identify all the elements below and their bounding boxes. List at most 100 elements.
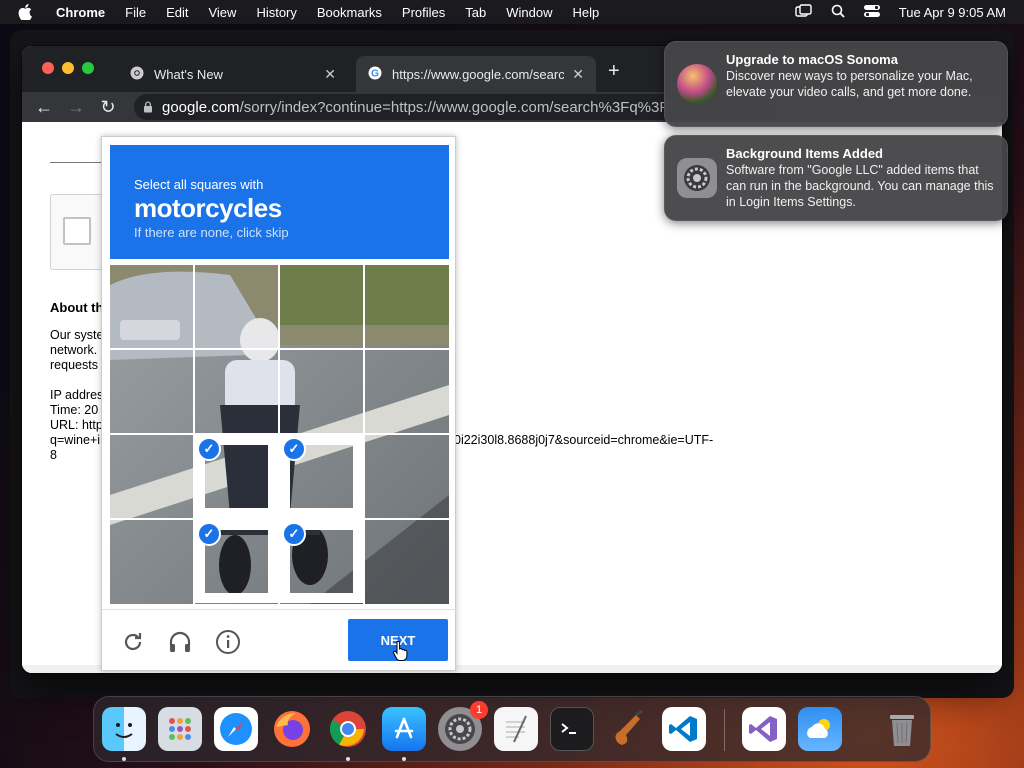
recaptcha-checkbox[interactable] bbox=[63, 217, 91, 245]
weather-icon[interactable] bbox=[798, 707, 842, 751]
svg-text:G: G bbox=[371, 68, 379, 79]
image-tile[interactable] bbox=[365, 350, 448, 433]
audio-challenge-icon[interactable] bbox=[165, 627, 195, 657]
dock: 1 bbox=[93, 696, 931, 762]
system-settings-icon[interactable]: 1 bbox=[438, 701, 488, 751]
about-heading: About th bbox=[50, 300, 104, 315]
tab-whats-new[interactable]: What's New ✕ bbox=[118, 56, 348, 92]
control-center-icon[interactable] bbox=[863, 4, 881, 21]
dock-separator bbox=[724, 709, 725, 751]
running-indicator bbox=[346, 757, 350, 761]
challenge-target-word: motorcycles bbox=[134, 193, 282, 223]
menu-profiles[interactable]: Profiles bbox=[402, 5, 445, 20]
notification-title: Background Items Added bbox=[726, 146, 883, 161]
notification-macos-upgrade[interactable]: Upgrade to macOS Sonoma Discover new way… bbox=[664, 41, 1008, 127]
menu-tab[interactable]: Tab bbox=[465, 5, 486, 20]
zoom-window-button[interactable] bbox=[82, 62, 94, 74]
reload-challenge-icon[interactable] bbox=[118, 627, 148, 657]
recaptcha-challenge: Select all squares with motorcycles If t… bbox=[101, 136, 457, 671]
page-text-line: network. bbox=[50, 343, 98, 357]
address-domain: google.com bbox=[162, 98, 240, 116]
launchpad-icon[interactable] bbox=[158, 707, 202, 751]
close-window-button[interactable] bbox=[42, 62, 54, 74]
image-tile[interactable] bbox=[365, 520, 448, 603]
url-end-line: 8 bbox=[50, 448, 57, 462]
grid-separator bbox=[110, 518, 449, 520]
hand-cursor-icon bbox=[392, 640, 408, 666]
tab-google-search[interactable]: G https://www.google.com/search ✕ bbox=[356, 56, 596, 92]
address-path: /sorry/index?continue=https://www.google… bbox=[239, 98, 669, 116]
app-store-icon[interactable] bbox=[382, 707, 426, 751]
image-tile[interactable] bbox=[365, 435, 448, 518]
menu-view[interactable]: View bbox=[208, 5, 236, 20]
image-tile[interactable] bbox=[110, 520, 193, 603]
image-tile[interactable] bbox=[280, 265, 363, 348]
screen-mirroring-icon[interactable] bbox=[795, 3, 813, 21]
image-tile[interactable] bbox=[195, 265, 278, 348]
grid-separator bbox=[110, 433, 449, 435]
garageband-icon[interactable] bbox=[606, 707, 650, 751]
lock-icon[interactable] bbox=[134, 101, 162, 113]
checkmark-icon: ✓ bbox=[197, 522, 221, 546]
new-tab-button[interactable]: + bbox=[608, 60, 620, 83]
reload-icon[interactable]: ↻ bbox=[98, 97, 118, 117]
notification-body: Discover new ways to personalize your Ma… bbox=[726, 69, 973, 99]
spotlight-search-icon[interactable] bbox=[831, 4, 845, 21]
image-tile[interactable] bbox=[110, 435, 193, 518]
image-tile[interactable] bbox=[110, 265, 193, 348]
menu-history[interactable]: History bbox=[256, 5, 296, 20]
chrome-favicon-icon bbox=[130, 66, 144, 83]
page-text-line: Our syste bbox=[50, 328, 104, 342]
menu-app-name[interactable]: Chrome bbox=[56, 5, 105, 20]
menu-clock[interactable]: Tue Apr 9 9:05 AM bbox=[899, 5, 1006, 20]
chrome-icon[interactable] bbox=[326, 707, 370, 751]
running-indicator bbox=[402, 757, 406, 761]
back-arrow-icon[interactable]: ← bbox=[34, 97, 54, 117]
challenge-hint: If there are none, click skip bbox=[134, 225, 289, 240]
image-tile[interactable] bbox=[195, 350, 278, 433]
image-tile[interactable]: ✓ bbox=[195, 435, 278, 518]
checkmark-icon: ✓ bbox=[282, 437, 306, 461]
challenge-instruction: Select all squares with bbox=[134, 177, 264, 192]
macos-sonoma-icon bbox=[677, 64, 717, 104]
time-line: Time: 20 bbox=[50, 403, 99, 417]
running-indicator bbox=[122, 757, 126, 761]
menu-file[interactable]: File bbox=[125, 5, 146, 20]
url-line: URL: http bbox=[50, 418, 103, 432]
menu-window[interactable]: Window bbox=[506, 5, 552, 20]
checkmark-icon: ✓ bbox=[197, 437, 221, 461]
close-tab-icon[interactable]: ✕ bbox=[324, 66, 336, 83]
menu-bookmarks[interactable]: Bookmarks bbox=[317, 5, 382, 20]
image-tile[interactable]: ✓ bbox=[280, 520, 363, 603]
tab-title: https://www.google.com/search bbox=[392, 66, 565, 82]
close-tab-icon[interactable]: ✕ bbox=[572, 66, 584, 83]
google-favicon-icon: G bbox=[368, 66, 382, 83]
notification-title: Upgrade to macOS Sonoma bbox=[726, 52, 898, 67]
forward-arrow-icon[interactable]: → bbox=[66, 97, 86, 117]
url-tail-text: 0i22i30l8.8688j0j7&sourceid=chrome&ie=UT… bbox=[454, 433, 714, 447]
textedit-icon[interactable] bbox=[494, 707, 538, 751]
image-tile[interactable] bbox=[365, 265, 448, 348]
menu-help[interactable]: Help bbox=[573, 5, 600, 20]
image-tile[interactable] bbox=[280, 350, 363, 433]
menu-edit[interactable]: Edit bbox=[166, 5, 188, 20]
image-tile[interactable] bbox=[110, 350, 193, 433]
image-tile[interactable]: ✓ bbox=[195, 520, 278, 603]
checkmark-icon: ✓ bbox=[282, 522, 306, 546]
visual-studio-icon[interactable] bbox=[742, 707, 786, 751]
url-query-line: q=wine+i bbox=[50, 433, 101, 447]
trash-icon[interactable] bbox=[880, 707, 924, 751]
apple-icon[interactable] bbox=[18, 4, 36, 20]
safari-icon[interactable] bbox=[214, 707, 258, 751]
notification-background-items[interactable]: Background Items Added Software from "Go… bbox=[664, 135, 1008, 221]
firefox-icon[interactable] bbox=[270, 707, 314, 751]
grid-separator bbox=[363, 265, 365, 604]
image-tile[interactable]: ✓ bbox=[280, 435, 363, 518]
finder-icon[interactable] bbox=[102, 707, 146, 751]
vscode-icon[interactable] bbox=[662, 707, 706, 751]
challenge-header: Select all squares with motorcycles If t… bbox=[110, 145, 449, 259]
notification-badge: 1 bbox=[470, 701, 488, 719]
terminal-icon[interactable] bbox=[550, 707, 594, 751]
info-icon[interactable] bbox=[213, 627, 243, 657]
minimize-window-button[interactable] bbox=[62, 62, 74, 74]
